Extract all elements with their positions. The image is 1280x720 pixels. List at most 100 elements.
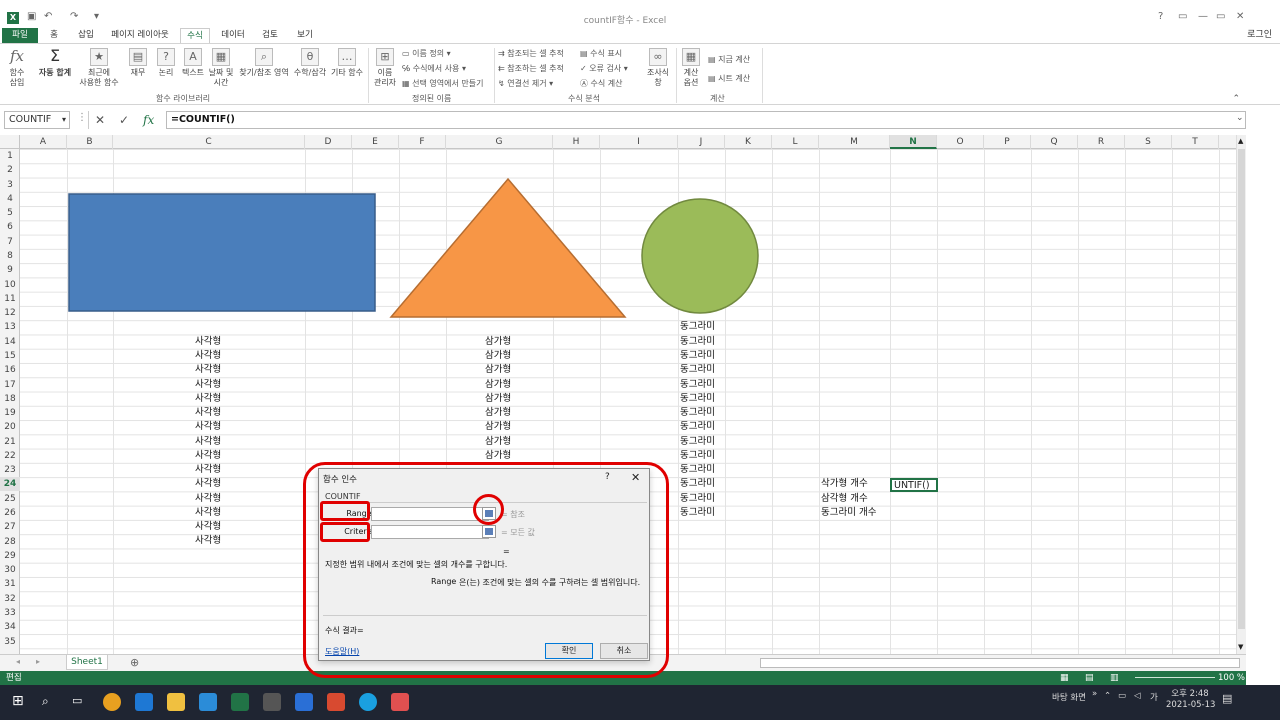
cell-g22[interactable]: 삼가형 bbox=[485, 449, 511, 463]
tab-review[interactable]: 검토 bbox=[256, 28, 284, 43]
collapse-ribbon-icon[interactable]: ⌃ bbox=[1232, 94, 1240, 104]
paint-icon[interactable] bbox=[391, 693, 409, 711]
row-header[interactable]: 6 bbox=[0, 220, 20, 234]
cell-j25[interactable]: 동그라미 bbox=[680, 492, 715, 506]
row-header[interactable]: 8 bbox=[0, 249, 20, 263]
column-header[interactable]: B bbox=[67, 135, 113, 149]
cell-g15[interactable]: 삼가형 bbox=[485, 349, 511, 363]
page-layout-icon[interactable]: ▤ bbox=[1085, 671, 1094, 685]
cell-c27[interactable]: 사각형 bbox=[195, 520, 221, 534]
lookup-button[interactable]: ⌕ 찾기/참조 영역 bbox=[236, 48, 292, 78]
cell-g19[interactable]: 삼가형 bbox=[485, 406, 511, 420]
cell-c21[interactable]: 사각형 bbox=[195, 435, 221, 449]
row-header[interactable]: 14 bbox=[0, 335, 20, 349]
cell-g14[interactable]: 삼가형 bbox=[485, 335, 511, 349]
vertical-scrollbar[interactable]: ▲ ▼ bbox=[1236, 135, 1246, 655]
cell-c26[interactable]: 사각형 bbox=[195, 506, 221, 520]
tab-file[interactable]: 파일 bbox=[2, 28, 38, 43]
app2-icon[interactable] bbox=[327, 693, 345, 711]
cell-g18[interactable]: 삼가형 bbox=[485, 392, 511, 406]
row-header[interactable]: 27 bbox=[0, 520, 20, 534]
circle-shape[interactable] bbox=[640, 197, 760, 315]
next-sheet-icon[interactable]: ▸ bbox=[36, 657, 40, 666]
calc-now-button[interactable]: ▤ 지금 계산 bbox=[708, 54, 750, 65]
cell-c19[interactable]: 사각형 bbox=[195, 406, 221, 420]
cell-c24[interactable]: 사각형 bbox=[195, 477, 221, 491]
row-header[interactable]: 30 bbox=[0, 563, 20, 577]
cell-c28[interactable]: 사각형 bbox=[195, 534, 221, 548]
explorer-icon[interactable] bbox=[167, 693, 185, 711]
scroll-thumb[interactable] bbox=[1238, 149, 1245, 629]
chrome-icon[interactable] bbox=[103, 693, 121, 711]
column-header[interactable]: A bbox=[20, 135, 67, 149]
cell-m26[interactable]: 동그라미 개수 bbox=[821, 506, 876, 520]
tray-expand-icon[interactable]: » bbox=[1092, 689, 1097, 699]
cell-j22[interactable]: 동그라미 bbox=[680, 449, 715, 463]
row-header[interactable]: 7 bbox=[0, 235, 20, 249]
cell-c16[interactable]: 사각형 bbox=[195, 363, 221, 377]
cell-j18[interactable]: 동그라미 bbox=[680, 392, 715, 406]
row-header[interactable]: 5 bbox=[0, 206, 20, 220]
cell-j20[interactable]: 동그라미 bbox=[680, 420, 715, 434]
page-break-icon[interactable]: ▥ bbox=[1110, 671, 1119, 685]
ime-indicator[interactable]: 가 bbox=[1150, 691, 1158, 703]
row-header[interactable]: 10 bbox=[0, 278, 20, 292]
zoom-slider[interactable] bbox=[1135, 677, 1215, 678]
cell-m24[interactable]: 삭가형 개수 bbox=[821, 477, 868, 491]
row-header-selected[interactable]: 24 bbox=[0, 477, 20, 492]
cell-c14[interactable]: 사각형 bbox=[195, 335, 221, 349]
row-header[interactable]: 17 bbox=[0, 378, 20, 392]
column-header[interactable]: D bbox=[305, 135, 352, 149]
clock-date[interactable]: 2021-05-13 bbox=[1166, 700, 1215, 710]
edge-icon[interactable] bbox=[359, 693, 377, 711]
qat-more-icon[interactable]: ▾ bbox=[94, 11, 99, 22]
calc-options-button[interactable]: ▦ 계산 옵션 bbox=[678, 48, 704, 88]
cell-j19[interactable]: 동그라미 bbox=[680, 406, 715, 420]
error-checking-button[interactable]: ✓ 오류 검사 ▾ bbox=[580, 63, 628, 74]
tab-insert[interactable]: 삽입 bbox=[72, 28, 100, 43]
save-icon[interactable]: ▣ bbox=[27, 11, 36, 22]
cell-g17[interactable]: 삼가형 bbox=[485, 378, 511, 392]
active-cell-n24[interactable]: UNTIF() bbox=[890, 478, 938, 492]
row-header[interactable]: 4 bbox=[0, 192, 20, 206]
row-header[interactable]: 15 bbox=[0, 349, 20, 363]
column-header[interactable]: L bbox=[772, 135, 819, 149]
cell-g21[interactable]: 삼가형 bbox=[485, 435, 511, 449]
minimize-button[interactable]: — bbox=[1198, 11, 1208, 22]
cell-g20[interactable]: 삼가형 bbox=[485, 420, 511, 434]
logical-button[interactable]: ? 논리 bbox=[154, 48, 178, 78]
watch-window-button[interactable]: ∞ 조사식 창 bbox=[644, 48, 672, 88]
cell-c17[interactable]: 사각형 bbox=[195, 378, 221, 392]
row-header[interactable]: 31 bbox=[0, 577, 20, 591]
cell-c25[interactable]: 사각형 bbox=[195, 492, 221, 506]
more-functions-button[interactable]: … 기타 함수 bbox=[328, 48, 366, 78]
column-header[interactable]: T bbox=[1172, 135, 1219, 149]
formula-input[interactable]: =COUNTIF() bbox=[166, 111, 1246, 129]
name-box-dropdown-icon[interactable]: ▾ bbox=[62, 112, 66, 128]
row-header[interactable]: 11 bbox=[0, 292, 20, 306]
name-box[interactable]: COUNTIF ▾ bbox=[4, 111, 70, 129]
volume-icon[interactable]: ◁ bbox=[1134, 691, 1141, 701]
row-header[interactable]: 2 bbox=[0, 163, 20, 177]
cell-c22[interactable]: 사각형 bbox=[195, 449, 221, 463]
cell-c20[interactable]: 사각형 bbox=[195, 420, 221, 434]
create-from-selection-button[interactable]: ▦ 선택 영역에서 만들기 bbox=[402, 78, 483, 89]
column-header-selected[interactable]: N bbox=[890, 135, 937, 149]
column-header[interactable]: J bbox=[678, 135, 725, 149]
cancel-icon[interactable]: ✕ bbox=[95, 113, 105, 127]
cell-j26[interactable]: 동그라미 bbox=[680, 506, 715, 520]
cell-j21[interactable]: 동그라미 bbox=[680, 435, 715, 449]
row-header[interactable]: 28 bbox=[0, 535, 20, 549]
trace-dependents-button[interactable]: ⇇ 참조하는 셀 추적 bbox=[498, 63, 564, 74]
normal-view-icon[interactable]: ▦ bbox=[1060, 671, 1069, 685]
column-header[interactable]: I bbox=[600, 135, 678, 149]
row-header[interactable]: 13 bbox=[0, 320, 20, 334]
row-header[interactable]: 18 bbox=[0, 392, 20, 406]
datetime-button[interactable]: ▦ 날짜 및 시간 bbox=[207, 48, 235, 88]
tab-view[interactable]: 보기 bbox=[290, 28, 320, 43]
math-button[interactable]: θ 수학/삼각 bbox=[292, 48, 328, 78]
row-header[interactable]: 16 bbox=[0, 363, 20, 377]
tab-data[interactable]: 데이터 bbox=[216, 28, 250, 43]
rectangle-shape[interactable] bbox=[68, 193, 376, 313]
cell-c23[interactable]: 사각형 bbox=[195, 463, 221, 477]
